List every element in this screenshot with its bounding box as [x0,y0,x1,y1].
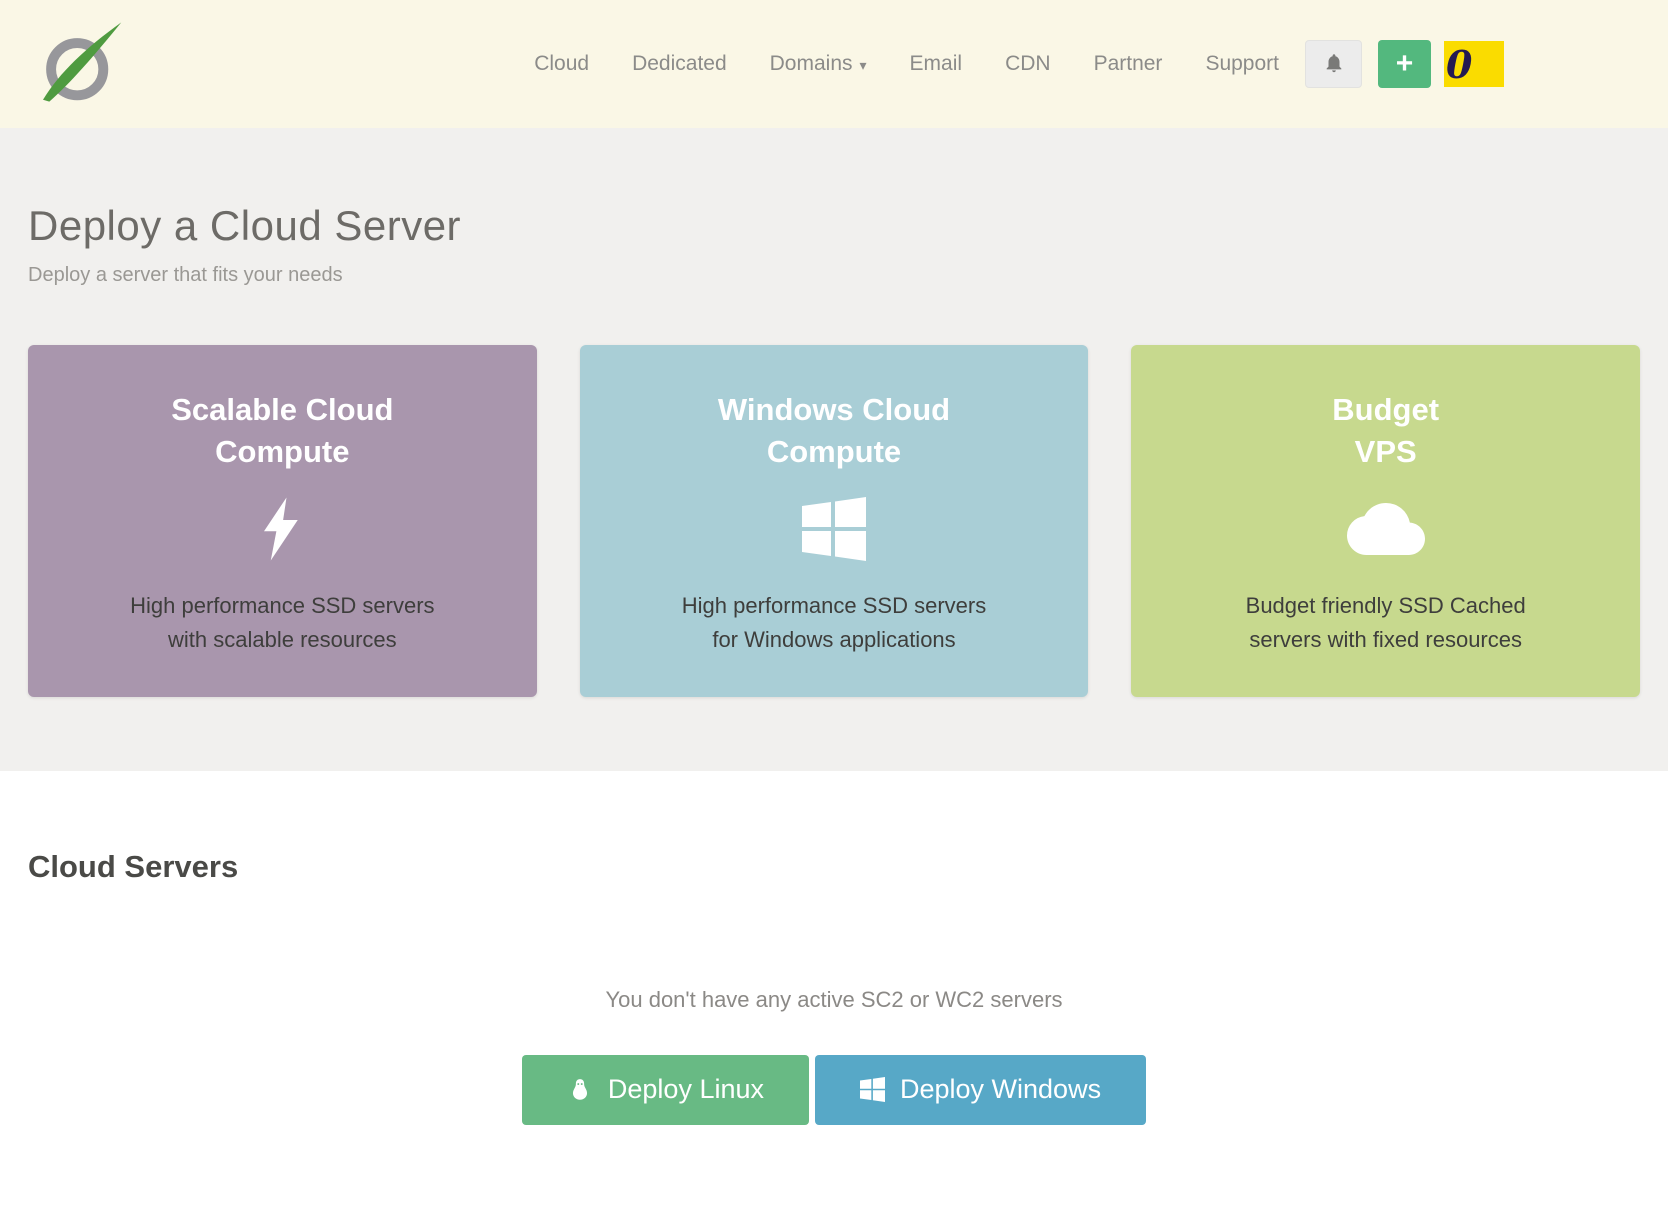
nav-item-label: Dedicated [632,52,727,76]
nav-item-label: Cloud [534,52,589,76]
cloud-icon [1165,473,1606,585]
lightning-icon [62,473,503,585]
section-heading: Cloud Servers [28,849,1640,885]
card-windows-cloud-compute[interactable]: Windows Cloud Compute High performance S… [580,345,1089,697]
deploy-windows-label: Deploy Windows [900,1074,1101,1105]
chevron-down-icon: ▾ [860,57,867,74]
main-nav: Cloud Dedicated Domains ▾ Email CDN Part… [534,52,1279,76]
nav-item-cdn[interactable]: CDN [1005,52,1051,76]
bell-icon [1323,52,1345,77]
linux-penguin-icon [567,1077,593,1103]
company-logo[interactable] [34,14,126,114]
card-description: High performance SSD servers with scalab… [62,589,503,657]
card-budget-vps[interactable]: Budget VPS Budget friendly SSD Cached se… [1131,345,1640,697]
card-title: Budget VPS [1165,389,1606,473]
page-subtitle: Deploy a server that fits your needs [28,264,1640,287]
nav-item-domains[interactable]: Domains ▾ [770,52,867,76]
deploy-buttons: Deploy Linux Deploy Windows [28,1055,1640,1125]
nav-item-label: CDN [1005,52,1051,76]
nav-item-partner[interactable]: Partner [1094,52,1163,76]
windows-icon [614,473,1055,585]
card-description: Budget friendly SSD Cached servers with … [1165,589,1606,657]
swoosh-logo-icon [34,14,124,115]
deploy-hero-section: Deploy a Cloud Server Deploy a server th… [0,128,1668,771]
card-scalable-cloud-compute[interactable]: Scalable Cloud Compute High performance … [28,345,537,697]
nav-item-label: Support [1205,52,1279,76]
add-server-button[interactable]: + [1378,40,1431,88]
deploy-linux-button[interactable]: Deploy Linux [522,1055,809,1125]
badge-value: 0 [1446,42,1472,87]
server-type-cards: Scalable Cloud Compute High performance … [28,345,1640,697]
nav-actions: + 0 [1305,40,1504,88]
deploy-windows-button[interactable]: Deploy Windows [815,1055,1146,1125]
nav-item-email[interactable]: Email [910,52,963,76]
nav-item-support[interactable]: Support [1205,52,1279,76]
notifications-button[interactable] [1305,40,1362,88]
card-description: High performance SSD servers for Windows… [614,589,1055,657]
nav-item-cloud[interactable]: Cloud [534,52,589,76]
card-title: Scalable Cloud Compute [62,389,503,473]
page-title: Deploy a Cloud Server [28,128,1640,250]
windows-icon [860,1077,885,1102]
nav-item-label: Domains [770,52,853,76]
deploy-linux-label: Deploy Linux [608,1074,764,1105]
nav-item-label: Partner [1094,52,1163,76]
top-nav: Cloud Dedicated Domains ▾ Email CDN Part… [0,0,1668,128]
card-title: Windows Cloud Compute [614,389,1055,473]
empty-state-message: You don't have any active SC2 or WC2 ser… [28,987,1640,1013]
account-badge[interactable]: 0 [1444,41,1504,87]
nav-item-label: Email [910,52,963,76]
nav-item-dedicated[interactable]: Dedicated [632,52,727,76]
cloud-servers-section: Cloud Servers You don't have any active … [0,771,1668,1215]
